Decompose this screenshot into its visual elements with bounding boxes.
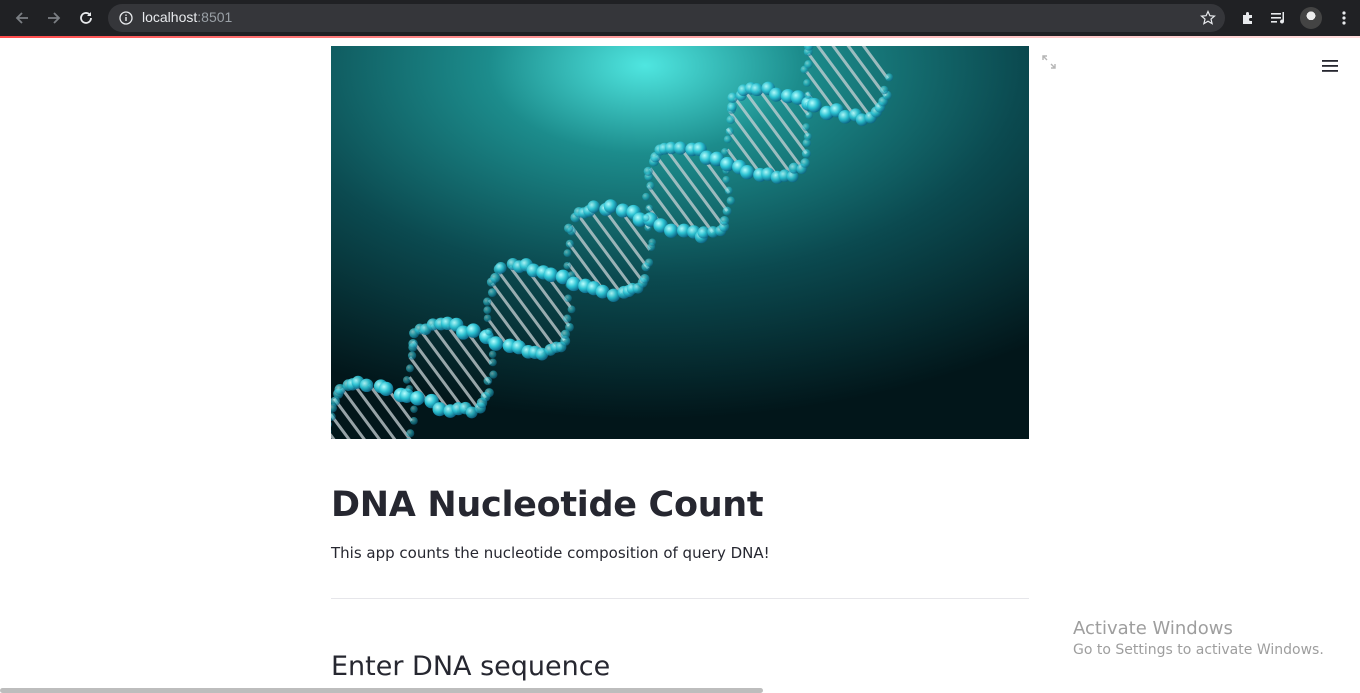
helix-bead: [485, 328, 492, 335]
helix-bead: [544, 268, 558, 282]
helix-bead: [564, 224, 573, 233]
helix-bead: [489, 371, 497, 379]
helix-bead: [379, 382, 393, 396]
windows-activation-watermark: Activate Windows Go to Settings to activ…: [1073, 618, 1324, 658]
helix-bead: [740, 165, 754, 179]
helix-bead: [640, 274, 649, 283]
helix-bead: [725, 187, 733, 195]
helix-bead: [489, 358, 497, 366]
helix-bead: [726, 127, 734, 135]
main-menu-icon[interactable]: [1320, 56, 1340, 76]
helix-bead: [406, 364, 414, 372]
helix-bead: [721, 148, 728, 155]
helix-bead: [466, 323, 480, 337]
profile-avatar[interactable]: [1300, 7, 1322, 29]
helix-bead: [408, 351, 416, 359]
helix-bead: [642, 193, 650, 201]
app-top-decoration: [0, 36, 1360, 38]
helix-bead: [804, 133, 812, 141]
url-host: localhost: [142, 9, 197, 25]
helix-bead: [807, 98, 822, 113]
helix-bead: [722, 176, 730, 184]
watermark-line1: Activate Windows: [1073, 618, 1324, 639]
back-arrow-icon[interactable]: [11, 7, 33, 29]
app-description: This app counts the nucleotide compositi…: [331, 544, 770, 562]
helix-bead: [674, 141, 687, 154]
forward-arrow-icon[interactable]: [43, 7, 65, 29]
helix-bead: [726, 116, 734, 124]
helix-bead: [484, 377, 493, 386]
reload-icon[interactable]: [75, 7, 97, 29]
helix-bead: [406, 385, 413, 392]
helix-bead: [644, 167, 653, 176]
helix-bead: [646, 182, 654, 190]
helix-bead: [565, 323, 574, 332]
helix-bead: [880, 86, 889, 95]
helix-bead: [723, 207, 732, 216]
helix-bead: [406, 429, 414, 437]
helix-bead: [563, 262, 571, 270]
helix-bead: [568, 305, 576, 313]
helix-bead: [410, 417, 418, 425]
helix-bead: [483, 298, 491, 306]
helix-bead: [645, 258, 653, 266]
horizontal-scrollbar[interactable]: [0, 688, 763, 693]
helix-bead: [804, 60, 812, 68]
helix-bead: [645, 204, 653, 212]
helix-bead: [724, 135, 732, 143]
helix-bead: [803, 79, 811, 87]
helix-bead: [410, 406, 417, 413]
url-text[interactable]: localhost:8501: [142, 9, 232, 25]
helix-bead: [566, 240, 574, 248]
extensions-icon[interactable]: [1237, 7, 1259, 29]
media-control-icon[interactable]: [1268, 7, 1290, 29]
helix-bead: [800, 158, 810, 168]
helix-bead: [587, 200, 600, 213]
helix-bead: [720, 216, 730, 226]
address-bar[interactable]: localhost:8501: [108, 4, 1225, 32]
helix-bead: [410, 391, 425, 406]
helix-bead: [489, 351, 497, 359]
helix-bead: [804, 91, 811, 98]
helix-bead: [489, 336, 504, 351]
helix-bead: [485, 388, 494, 397]
helix-bead: [408, 339, 417, 348]
page-title: DNA Nucleotide Count: [331, 485, 763, 525]
more-vert-icon[interactable]: [1333, 7, 1355, 29]
helix-bead: [604, 199, 618, 213]
helix-bead: [403, 376, 411, 384]
helix-bead: [488, 288, 497, 297]
helix-bead: [750, 83, 763, 96]
divider: [331, 598, 1029, 599]
helix-bead: [648, 239, 656, 247]
dna-input-subheader: Enter DNA sequence: [331, 651, 610, 682]
helix-bead: [727, 197, 735, 205]
dna-hero-image: [331, 46, 1029, 439]
helix-bead: [564, 295, 572, 303]
helix-bead: [802, 123, 810, 131]
helix-bead: [805, 112, 812, 119]
helix-bead: [885, 73, 893, 81]
helix-bead: [483, 306, 491, 314]
helix-bead: [484, 314, 492, 322]
helix-bead: [642, 214, 649, 221]
helix-bead: [664, 224, 678, 238]
helix-bead: [495, 262, 506, 273]
helix-bead: [769, 88, 783, 102]
browser-toolbar: localhost:8501: [0, 0, 1360, 36]
helix-bead: [564, 249, 572, 257]
watermark-line2: Go to Settings to activate Windows.: [1073, 642, 1324, 658]
fullscreen-expand-icon[interactable]: [1040, 53, 1058, 71]
helix-bead: [360, 379, 373, 392]
helix-bead: [802, 149, 811, 158]
helix-bead: [563, 315, 571, 323]
info-icon[interactable]: [118, 10, 134, 26]
helix-bead: [727, 102, 737, 112]
url-port: :8501: [197, 9, 232, 25]
star-icon[interactable]: [1199, 9, 1217, 27]
